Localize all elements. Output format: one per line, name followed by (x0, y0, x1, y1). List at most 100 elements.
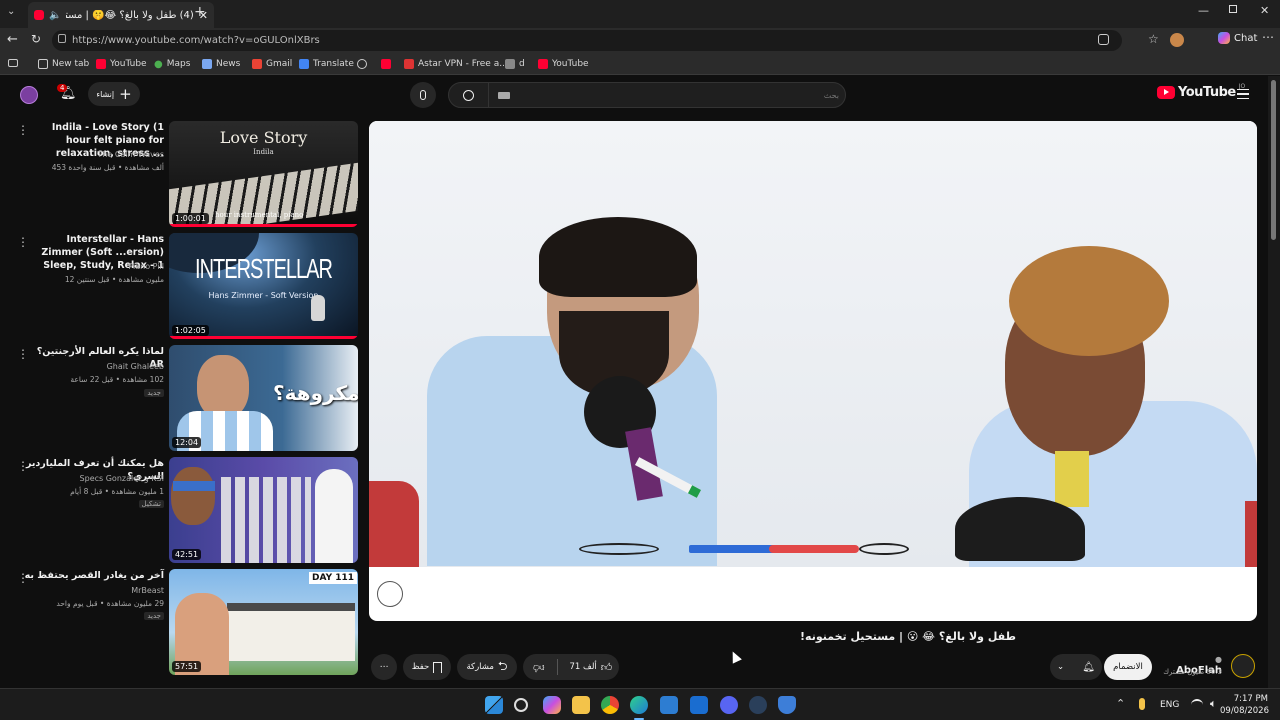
like-icon[interactable]: 👍︎ (601, 661, 613, 674)
refresh-icon[interactable]: ↻ (31, 32, 41, 46)
menu-icon[interactable] (1237, 89, 1249, 99)
video-title[interactable]: آخر من يغادر القصر يحتفظ به (24, 569, 164, 582)
bookmark-astar-vpn[interactable]: Astar VPN - Free a... (404, 57, 508, 71)
microphone-icon[interactable] (1139, 698, 1145, 710)
video-thumbnail[interactable]: 42:51 (169, 457, 358, 563)
tab-list-chevron-icon[interactable]: ⌄ (7, 6, 15, 17)
share-button[interactable]: مشاركة ⮌ (457, 654, 517, 680)
channel-name[interactable]: MrBeast (131, 586, 164, 595)
save-button[interactable]: حفظ (403, 654, 451, 680)
bookmark-maps[interactable]: ● Maps (154, 57, 190, 71)
search-icon[interactable] (514, 698, 528, 712)
speaker-icon[interactable]: 🔈 (49, 10, 61, 21)
chat-label: Chat (1234, 32, 1258, 44)
more-actions-button[interactable]: ⋯ (371, 654, 397, 680)
copilot-icon[interactable] (543, 696, 561, 714)
video-thumbnail[interactable]: مكروهة؟ 12:04 (169, 345, 358, 451)
channel-name[interactable]: Piano Pill (128, 262, 164, 271)
thumb-title: INTERSTELLAR (195, 254, 333, 286)
edge-icon[interactable] (630, 696, 648, 714)
bookmark-new-tab[interactable]: New tab (38, 57, 89, 71)
create-button[interactable]: إنشاء + (88, 82, 140, 106)
channel-watermark-icon[interactable] (377, 581, 403, 607)
active-tab[interactable]: 🔈 (4) طفل ولا بالغ؟ 😂🤫 | مستـ ✕ (28, 2, 214, 28)
video-thumbnail[interactable]: DAY 111 57:51 (169, 569, 358, 675)
progress-bar (169, 336, 358, 339)
bookmark-youtube-2[interactable] (381, 57, 391, 71)
more-icon[interactable]: ⋯ (1262, 30, 1274, 44)
search-input[interactable] (519, 87, 839, 103)
thumb-title: DAY 111 (309, 572, 358, 584)
save-label: حفظ (411, 662, 430, 672)
bookmark-translate[interactable]: Translate (299, 57, 354, 71)
list-item[interactable]: ⋮ Indila - Love Story (1 hour felt piano… (0, 121, 360, 229)
list-item[interactable]: ⋮ لماذا يكره العالم الأرجنتين؟ AR Ghait … (0, 345, 360, 453)
close-window-icon[interactable]: ✕ (1260, 4, 1269, 17)
search-button[interactable] (449, 83, 489, 107)
list-item[interactable]: ⋮ Interstellar - Hans Zimmer (Soft ...er… (0, 233, 360, 341)
steam-icon[interactable] (749, 696, 767, 714)
share-label: مشاركة (466, 662, 494, 672)
more-chevron-button[interactable]: ⌄ 🔔︎ (1050, 654, 1102, 680)
maximize-icon[interactable] (1229, 5, 1237, 13)
start-icon[interactable] (485, 696, 503, 714)
language-indicator[interactable]: ENG (1160, 700, 1179, 710)
channel-name[interactable]: The Calm Waves (97, 150, 164, 159)
channel-name[interactable]: Ghait Ghaleeb (107, 362, 164, 371)
dislike-icon[interactable]: 👍︎ (533, 661, 545, 674)
list-item[interactable]: ⋮ آخر من يغادر القصر يحتفظ به MrBeast 29… (0, 569, 360, 677)
chrome-icon[interactable] (601, 696, 619, 714)
file-explorer-icon[interactable] (572, 696, 590, 714)
tray-chevron-icon[interactable]: ⌃ (1116, 697, 1125, 710)
bookmark-label: New tab (52, 59, 90, 69)
duration-badge: 1:00:01 (172, 213, 209, 224)
clock-time[interactable]: 7:17 PM (1226, 694, 1268, 704)
like-count[interactable]: 71 ألف (570, 662, 597, 672)
keyboard-icon[interactable] (498, 92, 510, 99)
bookmarks-bar: New tab YouTube ● Maps News Gmail Transla… (0, 53, 1280, 75)
video-meta: 12 مليون مشاهدة • قبل سنتين (64, 275, 164, 284)
search-box[interactable] (448, 82, 846, 108)
bookmark-youtube-3[interactable]: YouTube (538, 57, 589, 71)
youtube-logo-text: YouTube (1178, 85, 1236, 100)
favorites-icon[interactable]: ☆ (1148, 32, 1159, 46)
video-thumbnail[interactable]: INTERSTELLAR Hans Zimmer - Soft Version … (169, 233, 358, 339)
minimize-icon[interactable]: — (1198, 4, 1209, 17)
youtube-logo[interactable]: YouTube JO (1157, 83, 1245, 100)
bookmark-label: YouTube (552, 59, 589, 69)
avatar[interactable] (20, 86, 38, 104)
outlook-icon[interactable] (690, 696, 708, 714)
chat-button[interactable]: Chat (1218, 32, 1257, 44)
channel-name[interactable]: Specs Gonzalez و KSI (80, 474, 164, 483)
bookmark-d[interactable]: d (505, 57, 525, 71)
bookmark-globe[interactable] (357, 57, 367, 71)
url-field[interactable]: https://www.youtube.com/watch?v=oGULOnlX… (52, 30, 1122, 51)
bookmark-gmail[interactable]: Gmail (252, 57, 292, 71)
duration-badge: 12:04 (172, 437, 202, 448)
bookmark-news[interactable]: News (202, 57, 240, 71)
list-item[interactable]: ⋮ هل يمكنك أن تعرف الملياردير السري؟ Spe… (0, 457, 360, 565)
voice-search-button[interactable] (410, 82, 436, 108)
discord-icon[interactable] (720, 696, 738, 714)
back-icon[interactable]: ← (7, 32, 18, 47)
profile-avatar[interactable] (1170, 33, 1184, 47)
wifi-icon[interactable] (1191, 699, 1203, 711)
bookmark-youtube[interactable]: YouTube (96, 57, 147, 71)
video-player[interactable] (369, 121, 1257, 621)
page-scrollbar[interactable] (1268, 76, 1280, 688)
scrollbar-thumb[interactable] (1271, 80, 1276, 240)
chair-left (369, 481, 419, 567)
extensions-icon[interactable] (1098, 34, 1109, 45)
join-button[interactable]: الانضمام (1104, 654, 1152, 680)
duration-badge: 42:51 (172, 549, 202, 560)
store-icon[interactable] (660, 696, 678, 714)
new-tab-icon[interactable]: + (194, 4, 206, 20)
video-actions: ⋯ حفظ مشاركة ⮌ 👍︎ 71 ألف 👍︎ ⌄ 🔔︎ الانضما… (369, 652, 1259, 680)
tab-actions-icon[interactable] (8, 59, 18, 67)
volume-icon[interactable]: 🔈︎ (1210, 697, 1217, 711)
video-thumbnail[interactable]: Love Story Indila hour instrumental, pia… (169, 121, 358, 227)
clock-date[interactable]: 09/08/2026 (1220, 706, 1269, 716)
channel-avatar[interactable] (1231, 654, 1255, 678)
taskbar: ⌃ ENG 🔈︎ 7:17 PM 09/08/2026 (0, 688, 1280, 720)
security-shield-icon[interactable] (778, 696, 796, 714)
